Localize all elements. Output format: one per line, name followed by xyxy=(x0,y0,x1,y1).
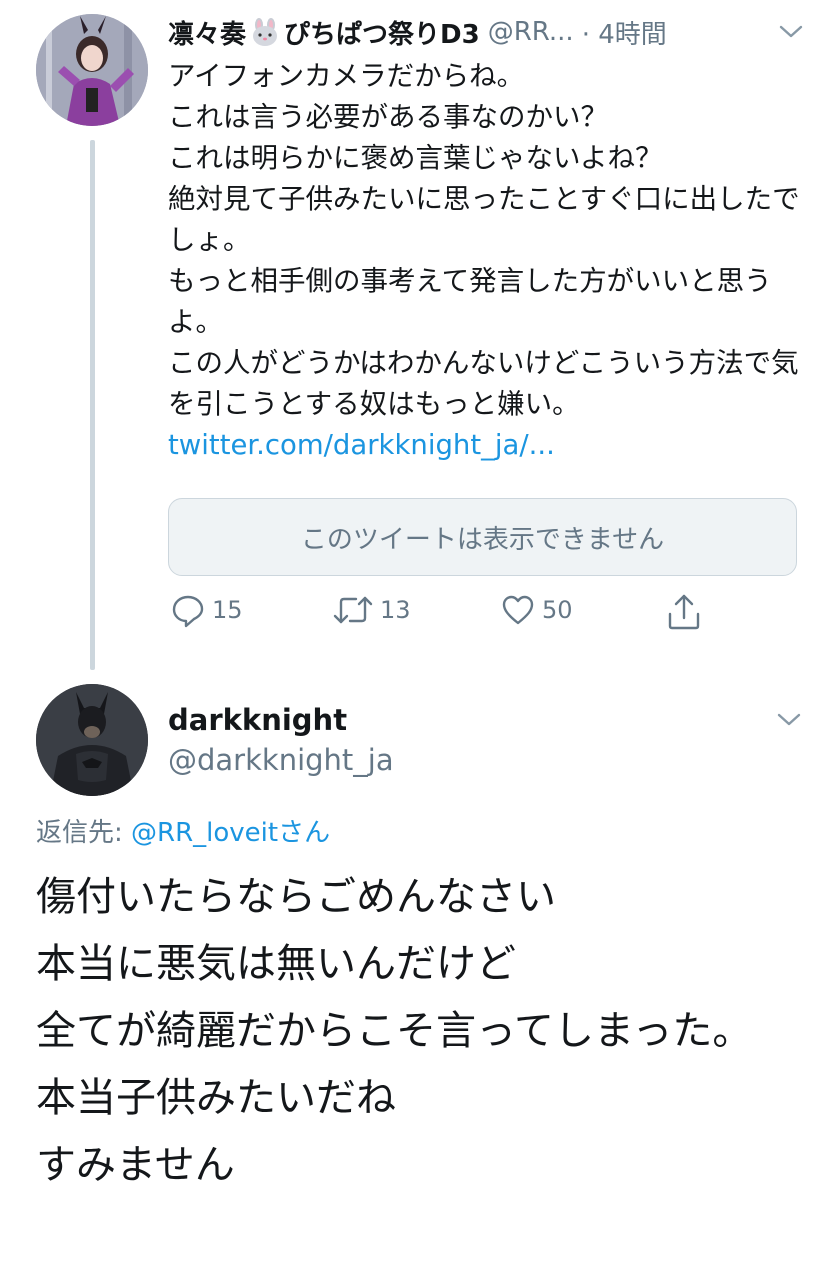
tweet-actions: 15 13 50 xyxy=(168,592,728,636)
chevron-down-icon[interactable] xyxy=(776,712,802,728)
like-button[interactable]: 50 xyxy=(500,592,573,628)
reply-button[interactable]: 15 xyxy=(170,592,243,628)
user-handle[interactable]: @darkknight_ja xyxy=(168,740,394,780)
display-name[interactable]: darkknight xyxy=(168,700,394,740)
heart-icon xyxy=(502,595,534,625)
display-name-suffix[interactable]: ぴちぱつ祭りD3 xyxy=(284,14,480,51)
thread-connector-line xyxy=(90,140,95,670)
tweet-main-header: darkknight @darkknight_ja xyxy=(168,700,394,780)
display-name[interactable]: 凛々奏 xyxy=(168,14,246,51)
retweet-button[interactable]: 13 xyxy=(332,592,411,628)
quote-tweet-unavailable[interactable]: このツイートは表示できません xyxy=(168,498,797,576)
quote-unavailable-text: このツイートは表示できません xyxy=(300,524,665,555)
user-handle[interactable]: @RR... xyxy=(488,17,574,47)
tweet-main-text: 傷付いたらならごめんなさい 本当に悪気は無いんだけど 全てが綺麗だからこそ言って… xyxy=(36,874,753,1188)
rabbit-face-icon xyxy=(250,18,280,46)
share-button[interactable] xyxy=(666,592,702,632)
tweet-parent[interactable]: 凛々奏 ぴちぱつ祭りD3 @RR... · 4時間 アイフォンカメラだからね。 … xyxy=(168,10,808,466)
avatar-image xyxy=(36,684,148,796)
avatar[interactable] xyxy=(36,14,148,126)
chevron-down-icon[interactable] xyxy=(778,24,804,40)
reply-to-prefix: 返信先: xyxy=(36,818,132,848)
retweet-icon xyxy=(333,596,373,624)
reply-to-line: 返信先: @RR_loveitさん xyxy=(36,812,330,849)
avatar-image xyxy=(36,14,148,126)
avatar[interactable] xyxy=(36,684,148,796)
reply-to-suffix: さん xyxy=(278,818,331,848)
tweet-header: 凛々奏 ぴちぱつ祭りD3 @RR... · 4時間 xyxy=(168,10,808,54)
reply-count: 15 xyxy=(212,596,243,624)
reply-to-mention[interactable]: @RR_loveit xyxy=(131,818,278,848)
tweet-link[interactable]: twitter.com/darkknight_ja/... xyxy=(168,425,808,466)
share-icon xyxy=(668,594,700,630)
reply-icon xyxy=(172,595,204,628)
tweet-text: アイフォンカメラだからね。 これは言う必要がある事なのかい？ これは明らかに褒め… xyxy=(168,60,800,420)
retweet-count: 13 xyxy=(380,596,411,624)
timestamp[interactable]: · 4時間 xyxy=(582,14,667,51)
like-count: 50 xyxy=(542,596,573,624)
